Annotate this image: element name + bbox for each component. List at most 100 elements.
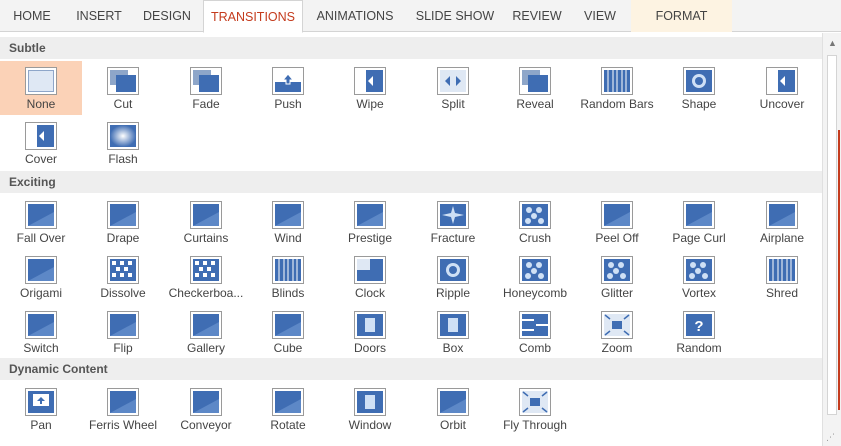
transition-label: Push	[274, 97, 302, 111]
transition-label: Origami	[19, 286, 62, 300]
transition-reveal[interactable]: Reveal	[494, 61, 576, 115]
transition-label: Shred	[765, 286, 799, 300]
transition-push[interactable]: Push	[247, 61, 329, 115]
tab-format[interactable]: FORMAT	[631, 0, 732, 32]
rotate-icon	[272, 388, 304, 416]
transition-box[interactable]: Box	[412, 305, 494, 359]
transition-orbit[interactable]: Orbit	[412, 382, 494, 436]
transition-comb[interactable]: Comb	[494, 305, 576, 359]
glitter-icon	[601, 256, 633, 284]
transition-prestige[interactable]: Prestige	[329, 195, 411, 249]
transition-label: Cube	[273, 341, 303, 355]
wipe-icon	[354, 67, 386, 95]
transition-doors[interactable]: Doors	[329, 305, 411, 359]
transition-split[interactable]: Split	[412, 61, 494, 115]
transition-origami[interactable]: Origami	[0, 250, 82, 304]
transition-label: Cover	[24, 152, 57, 166]
window-icon	[354, 388, 386, 416]
transition-gallery[interactable]: Gallery	[165, 305, 247, 359]
tab-design[interactable]: DESIGN	[134, 0, 200, 32]
transition-random-bars[interactable]: Random Bars	[576, 61, 658, 115]
transition-fall-over[interactable]: Fall Over	[0, 195, 82, 249]
gallery-icon	[190, 311, 222, 339]
transition-fade[interactable]: Fade	[165, 61, 247, 115]
transition-switch[interactable]: Switch	[0, 305, 82, 359]
tab-animations[interactable]: ANIMATIONS	[303, 0, 407, 32]
transition-blinds[interactable]: Blinds	[247, 250, 329, 304]
scroll-up-icon[interactable]: ▲	[823, 35, 841, 52]
transition-uncover[interactable]: Uncover	[741, 61, 823, 115]
transition-label: Conveyor	[180, 418, 232, 432]
svg-text:?: ?	[694, 318, 703, 335]
transition-pan[interactable]: Pan	[0, 382, 82, 436]
transition-label: Clock	[354, 286, 385, 300]
transition-fracture[interactable]: Fracture	[412, 195, 494, 249]
transition-dissolve[interactable]: Dissolve	[82, 250, 164, 304]
resize-grip-icon[interactable]: ⋰	[826, 432, 835, 443]
tab-slide-show[interactable]: SLIDE SHOW	[407, 0, 503, 32]
transition-label: Random Bars	[580, 97, 654, 111]
reveal-icon	[519, 67, 551, 95]
origami-icon	[25, 256, 57, 284]
transition-none[interactable]: None	[0, 61, 82, 115]
transition-label: Honeycomb	[502, 286, 568, 300]
tab-view[interactable]: VIEW	[571, 0, 629, 32]
transition-conveyor[interactable]: Conveyor	[165, 382, 247, 436]
transition-clock[interactable]: Clock	[329, 250, 411, 304]
transition-wind[interactable]: Wind	[247, 195, 329, 249]
transition-page-curl[interactable]: Page Curl	[658, 195, 740, 249]
transition-zoom[interactable]: Zoom	[576, 305, 658, 359]
transition-label: Switch	[23, 341, 59, 355]
transition-label: Fall Over	[16, 231, 66, 245]
transition-honeycomb[interactable]: Honeycomb	[494, 250, 576, 304]
transition-drape[interactable]: Drape	[82, 195, 164, 249]
transition-label: Peel Off	[595, 231, 639, 245]
tab-review[interactable]: REVIEW	[503, 0, 571, 32]
transition-airplane[interactable]: Airplane	[741, 195, 823, 249]
doors-icon	[354, 311, 386, 339]
transition-flip[interactable]: Flip	[82, 305, 164, 359]
transition-label: Rotate	[270, 418, 306, 432]
transition-cut[interactable]: Cut	[82, 61, 164, 115]
orbit-icon	[437, 388, 469, 416]
transition-curtains[interactable]: Curtains	[165, 195, 247, 249]
transition-rotate[interactable]: Rotate	[247, 382, 329, 436]
transition-vortex[interactable]: Vortex	[658, 250, 740, 304]
transition-label: Shape	[681, 97, 717, 111]
transition-label: Ferris Wheel	[88, 418, 157, 432]
transition-cube[interactable]: Cube	[247, 305, 329, 359]
tab-home[interactable]: HOME	[0, 0, 64, 32]
transition-cover[interactable]: Cover	[0, 116, 82, 170]
transitions-gallery: Subtle None Cut Fade Push Wipe Split Reveal Rand…	[0, 33, 822, 446]
pan-icon	[25, 388, 57, 416]
transition-wipe[interactable]: Wipe	[329, 61, 411, 115]
transition-ferris-wheel[interactable]: Ferris Wheel	[82, 382, 164, 436]
transition-label: Split	[441, 97, 465, 111]
tab-transitions[interactable]: TRANSITIONS	[203, 0, 303, 33]
random-icon: ?	[683, 311, 715, 339]
transition-flash[interactable]: Flash	[82, 116, 164, 170]
fall-over-icon	[25, 201, 57, 229]
transition-random[interactable]: ? Random	[658, 305, 740, 359]
transition-window[interactable]: Window	[329, 382, 411, 436]
scrollbar-thumb[interactable]	[827, 55, 837, 415]
transition-label: Drape	[106, 231, 140, 245]
none-icon	[25, 67, 57, 95]
flash-icon	[107, 122, 139, 150]
transition-shred[interactable]: Shred	[741, 250, 823, 304]
transition-checkerboard[interactable]: Checkerboa...	[165, 250, 247, 304]
tab-insert[interactable]: INSERT	[64, 0, 134, 32]
transition-label: Gallery	[186, 341, 225, 355]
conveyor-icon	[190, 388, 222, 416]
transition-glitter[interactable]: Glitter	[576, 250, 658, 304]
transition-label: Reveal	[516, 97, 554, 111]
box-icon	[437, 311, 469, 339]
transition-label: Uncover	[759, 97, 805, 111]
transition-peel-off[interactable]: Peel Off	[576, 195, 658, 249]
transition-label: Orbit	[439, 418, 466, 432]
transition-ripple[interactable]: Ripple	[412, 250, 494, 304]
transition-fly-through[interactable]: Fly Through	[494, 382, 576, 436]
transition-crush[interactable]: Crush	[494, 195, 576, 249]
transition-shape[interactable]: Shape	[658, 61, 740, 115]
transition-label: Glitter	[600, 286, 633, 300]
